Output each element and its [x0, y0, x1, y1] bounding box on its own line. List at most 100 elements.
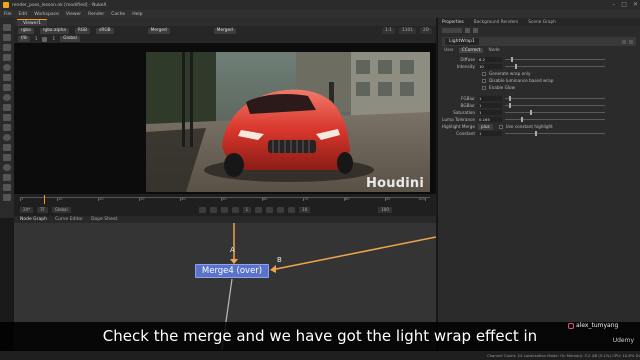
param-slider[interactable]	[505, 103, 605, 108]
slider-knob[interactable]	[511, 57, 513, 62]
subtab-node[interactable]: Node	[488, 48, 499, 53]
first-frame-button[interactable]	[198, 206, 206, 213]
gamma-value[interactable]: 1	[52, 37, 55, 42]
playhead[interactable]	[44, 195, 45, 204]
param-slider[interactable]	[505, 57, 605, 62]
menu-help[interactable]: Help	[132, 12, 142, 17]
transform-tool-icon[interactable]	[3, 104, 11, 111]
range-dropdown[interactable]: Global	[51, 206, 71, 213]
views-tool-icon[interactable]	[3, 124, 11, 131]
tab-dope-sheet[interactable]: Dope Sheet	[91, 217, 117, 222]
tab-properties[interactable]: Properties	[442, 20, 464, 25]
prev-frame-button[interactable]	[220, 206, 228, 213]
keyer-tool-icon[interactable]	[3, 84, 11, 91]
fstop-field[interactable]: f/8	[18, 36, 30, 42]
viewer-canvas[interactable]: Houdini	[14, 43, 436, 198]
checkbox[interactable]	[482, 85, 486, 90]
toolsets-icon[interactable]	[3, 144, 11, 151]
furnace-tool-icon[interactable]	[3, 164, 11, 171]
slider-knob[interactable]	[509, 96, 511, 101]
tab-viewer1[interactable]: Viewer1	[17, 18, 48, 26]
prev-keyframe-button[interactable]	[209, 206, 217, 213]
menu-file[interactable]: File	[4, 12, 12, 17]
proxy-button[interactable]: 2D	[419, 27, 432, 34]
minimize-button[interactable]: –	[612, 1, 615, 8]
display-range-dropdown[interactable]: Global	[60, 36, 80, 42]
param-slider[interactable]	[505, 117, 605, 122]
tab-background-renders[interactable]: Background Renders	[474, 20, 519, 25]
filter-tool-icon[interactable]	[3, 74, 11, 81]
checkbox[interactable]	[482, 78, 486, 83]
play-backward-button[interactable]	[231, 206, 239, 213]
subtab-ccorrect[interactable]: CCorrect	[458, 48, 484, 53]
param-value[interactable]: 1	[478, 131, 502, 136]
next-keyframe-button[interactable]	[277, 206, 285, 213]
menu-workspace[interactable]: Workspace	[34, 12, 59, 17]
param-slider[interactable]	[505, 131, 605, 136]
other-tool-icon[interactable]	[3, 154, 11, 161]
input-a-dropdown[interactable]: Merged	[147, 27, 170, 34]
maximize-button[interactable]: □	[621, 1, 627, 8]
close-panel-icon[interactable]	[629, 39, 633, 44]
frame-ruler[interactable]: 1 10 20 30 40 50 60 70 80 90 100	[20, 195, 430, 204]
checkbox[interactable]	[482, 71, 486, 76]
param-value[interactable]: 1	[478, 110, 502, 115]
color-tool-icon[interactable]	[3, 64, 11, 71]
play-forward-button[interactable]	[255, 206, 263, 213]
merge4-node[interactable]: Merge4 (over)	[195, 264, 269, 278]
time-mode-field[interactable]: TF	[37, 206, 48, 213]
lut-dropdown[interactable]: sRGB	[96, 27, 114, 34]
slider-knob[interactable]	[530, 110, 532, 115]
slider-knob[interactable]	[515, 64, 517, 69]
layer-dropdown[interactable]: rgba.alpha	[39, 27, 69, 34]
plugins-tool-icon[interactable]	[3, 194, 11, 201]
max-panels-field[interactable]	[442, 27, 462, 33]
deep-tool-icon[interactable]	[3, 184, 11, 191]
menu-viewer[interactable]: Viewer	[66, 12, 81, 17]
param-slider[interactable]	[505, 110, 605, 115]
zoom-field[interactable]: 1:1	[382, 27, 396, 34]
subtab-user[interactable]: User	[444, 48, 454, 53]
fps-field[interactable]: 24*	[20, 206, 34, 213]
particles-tool-icon[interactable]	[3, 174, 11, 181]
gamma-icon[interactable]	[42, 36, 48, 42]
slider-knob[interactable]	[535, 131, 537, 136]
menu-cache[interactable]: Cache	[111, 12, 125, 17]
colorspace-dropdown[interactable]: RGB	[74, 27, 91, 34]
next-frame-button[interactable]	[266, 206, 274, 213]
menu-render[interactable]: Render	[88, 12, 104, 17]
close-button[interactable]: ✕	[633, 1, 638, 8]
slider-knob[interactable]	[509, 103, 511, 108]
param-value[interactable]: 1	[478, 103, 502, 108]
current-frame-field[interactable]: 1	[242, 206, 252, 213]
param-value[interactable]: 0.165	[478, 117, 502, 122]
lock-icon[interactable]	[465, 27, 470, 33]
node-name-field[interactable]: LightWrap1	[445, 38, 479, 45]
highlight-merge-dropdown[interactable]: plus	[478, 123, 493, 130]
gain-value[interactable]: 1	[35, 37, 38, 42]
param-slider[interactable]	[505, 96, 605, 101]
param-value[interactable]: 10	[478, 64, 502, 69]
float-panel-icon[interactable]	[622, 39, 626, 44]
3d-tool-icon[interactable]	[3, 114, 11, 121]
time-tool-icon[interactable]	[3, 44, 11, 51]
frame-field[interactable]: 1101	[399, 27, 416, 34]
input-b-dropdown[interactable]: Merged	[213, 27, 236, 34]
slider-knob[interactable]	[521, 117, 523, 122]
use-constant-checkbox[interactable]	[498, 124, 503, 129]
metadata-tool-icon[interactable]	[3, 134, 11, 141]
param-value[interactable]: 1	[478, 96, 502, 101]
channels-dropdown[interactable]: rgba	[18, 27, 34, 34]
menu-edit[interactable]: Edit	[19, 12, 28, 17]
last-frame-button[interactable]	[288, 206, 296, 213]
merge-tool-icon[interactable]	[3, 94, 11, 101]
param-slider[interactable]	[505, 64, 605, 69]
param-value[interactable]: 6.2	[478, 57, 502, 62]
tab-curve-editor[interactable]: Curve Editor	[55, 217, 83, 222]
frame-step-field[interactable]: 10	[299, 206, 311, 213]
clear-panels-icon[interactable]	[473, 27, 478, 33]
tab-scene-graph[interactable]: Scene Graph	[528, 20, 556, 25]
tab-node-graph[interactable]: Node Graph	[20, 217, 47, 222]
channel-tool-icon[interactable]	[3, 54, 11, 61]
image-tool-icon[interactable]	[3, 24, 11, 31]
